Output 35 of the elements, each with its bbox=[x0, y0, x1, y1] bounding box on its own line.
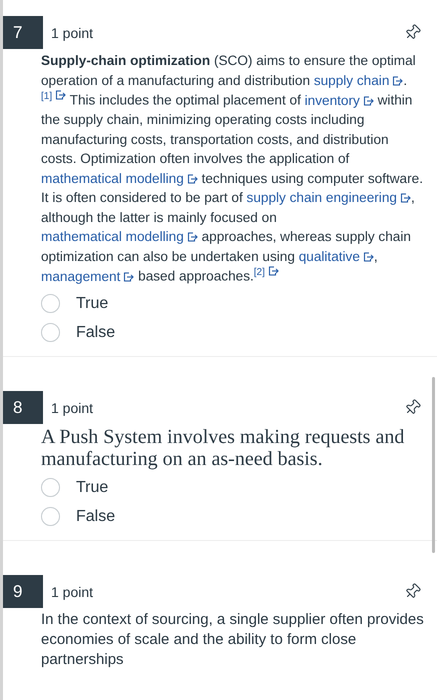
text-link[interactable]: supply chain bbox=[314, 72, 404, 88]
text-link[interactable]: mathematical modelling bbox=[41, 229, 198, 244]
option-label: False bbox=[76, 324, 116, 342]
question-number: 7 bbox=[3, 16, 43, 49]
external-link-icon bbox=[55, 90, 66, 100]
external-link-icon bbox=[186, 174, 198, 184]
question-points: 1 point bbox=[51, 24, 94, 40]
radio-button[interactable] bbox=[41, 478, 60, 498]
scrollbar[interactable] bbox=[432, 377, 435, 554]
external-link-icon bbox=[392, 76, 404, 86]
text-link[interactable]: supply chain engineering bbox=[246, 190, 411, 206]
reference-link[interactable]: [1] bbox=[41, 91, 66, 102]
radio-button[interactable] bbox=[41, 507, 60, 526]
text-link[interactable]: inventory bbox=[304, 92, 374, 108]
question-number: 9 bbox=[3, 575, 43, 608]
text-link[interactable]: qualitative bbox=[298, 248, 374, 264]
question-number: 8 bbox=[3, 391, 43, 424]
external-link-icon bbox=[400, 193, 411, 204]
external-link-icon bbox=[362, 252, 374, 262]
option-label: False bbox=[76, 508, 116, 526]
external-link-icon bbox=[186, 232, 198, 242]
question-points: 1 point bbox=[51, 400, 94, 416]
radio-button[interactable] bbox=[41, 294, 60, 314]
radio-button[interactable] bbox=[41, 323, 60, 342]
option-label: True bbox=[76, 478, 108, 497]
question-text: A Push System involves making requests and manufacturing on an as-need basis. bbox=[41, 426, 406, 470]
external-link-icon bbox=[123, 272, 134, 282]
external-link-icon bbox=[268, 266, 279, 276]
text-link[interactable]: management bbox=[41, 268, 134, 284]
question-points: 1 point bbox=[51, 584, 94, 600]
option-label: True bbox=[76, 294, 108, 313]
question-text: In the context of sourcing, a single supplier often provides economies of scale and the ability to form close partnerships bbox=[41, 610, 425, 670]
text-link[interactable]: mathematical modelling bbox=[41, 170, 198, 186]
external-link-icon bbox=[362, 96, 374, 106]
reference-link[interactable]: [2] bbox=[254, 267, 279, 278]
